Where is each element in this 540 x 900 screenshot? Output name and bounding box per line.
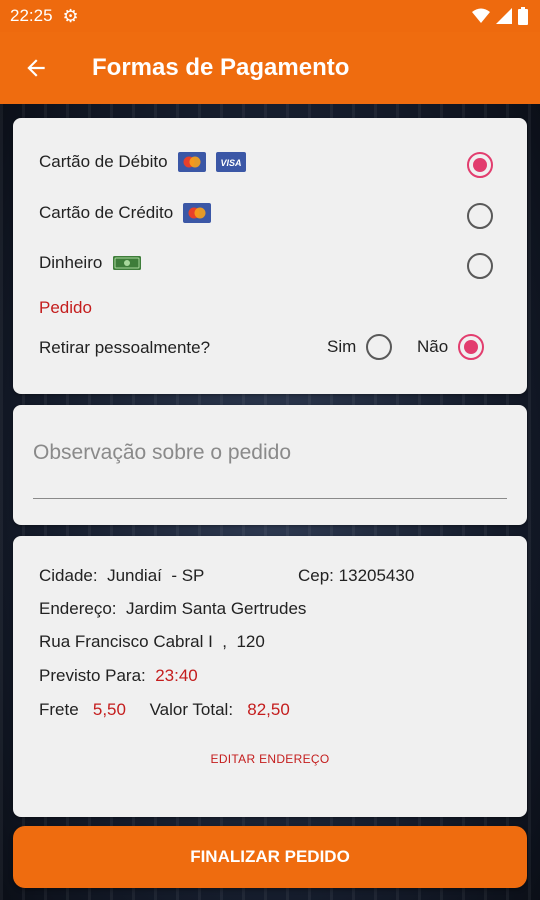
- mastercard-icon: [183, 203, 212, 223]
- forecast-label: Previsto Para:: [39, 666, 146, 685]
- address-row: Endereço: Jardim Santa Gertrudes: [39, 599, 306, 619]
- city-value: Jundiaí - SP: [107, 566, 205, 585]
- address-label: Endereço:: [39, 599, 117, 618]
- observation-card: [13, 405, 527, 525]
- city-label: Cidade:: [39, 566, 98, 585]
- status-bar: 22:25 ⚙: [0, 0, 540, 32]
- street-row: Rua Francisco Cabral I , 120: [39, 632, 265, 651]
- pickup-no-option[interactable]: Não: [417, 334, 485, 360]
- cep-value: 13205430: [338, 566, 415, 585]
- edit-address-button[interactable]: EDITAR ENDEREÇO: [13, 752, 527, 766]
- payment-option-label: Dinheiro: [39, 253, 103, 272]
- battery-icon: [518, 7, 528, 25]
- pickup-yes-option[interactable]: Sim: [327, 334, 393, 360]
- observation-underline: [33, 498, 507, 499]
- debit-radio[interactable]: [467, 152, 493, 178]
- address-value: Jardim Santa Gertrudes: [125, 599, 307, 618]
- mastercard-icon: [177, 152, 206, 172]
- payment-option-label: Cartão de Débito: [39, 152, 168, 171]
- signal-icon: [496, 8, 512, 24]
- total-label: Valor Total:: [149, 700, 234, 719]
- forecast-value: 23:40: [155, 666, 198, 685]
- pickup-yes-label: Sim: [327, 337, 357, 356]
- wifi-icon: [472, 8, 490, 23]
- total-value: 82,50: [247, 700, 290, 719]
- finalize-order-button[interactable]: FINALIZAR PEDIDO: [13, 826, 527, 888]
- settings-gear-icon: ⚙: [62, 5, 79, 26]
- credit-radio[interactable]: [467, 203, 493, 229]
- cep-row: Cep: 13205430: [298, 566, 414, 586]
- back-arrow-icon[interactable]: [0, 32, 72, 104]
- shipping-value: 5,50: [92, 700, 126, 719]
- shipping-label: Frete: [39, 700, 79, 719]
- pickup-no-radio[interactable]: [458, 334, 485, 360]
- status-time: 22:25: [10, 6, 53, 25]
- pickup-yes-radio[interactable]: [366, 334, 393, 360]
- totals-row: Frete 5,50 Valor Total: 82,50: [39, 700, 290, 720]
- city-row: Cidade: Jundiaí - SP: [39, 566, 204, 586]
- pickup-no-label: Não: [417, 337, 449, 356]
- pickup-question: Retirar pessoalmente?: [39, 338, 211, 357]
- visa-icon: VISA: [215, 152, 246, 172]
- payment-methods-card: Cartão de Débito VISA Cartão de Crédito: [13, 118, 527, 394]
- svg-text:VISA: VISA: [220, 158, 241, 168]
- observation-input[interactable]: [33, 433, 507, 473]
- payment-option-label: Cartão de Crédito: [39, 203, 174, 222]
- app-bar: Formas de Pagamento: [0, 32, 540, 104]
- payment-option-cash[interactable]: Dinheiro: [39, 253, 493, 273]
- cash-icon: [112, 253, 142, 273]
- address-card: Cidade: Jundiaí - SP Cep: 13205430 Ender…: [13, 536, 527, 817]
- forecast-row: Previsto Para: 23:40: [39, 666, 198, 686]
- page-title: Formas de Pagamento: [92, 54, 350, 81]
- cash-radio[interactable]: [467, 253, 493, 279]
- order-section-label: Pedido: [39, 298, 92, 317]
- status-icons: [472, 7, 528, 25]
- cep-label: Cep:: [298, 566, 334, 585]
- payment-option-debit[interactable]: Cartão de Débito VISA: [39, 152, 493, 172]
- payment-option-credit[interactable]: Cartão de Crédito: [39, 203, 493, 223]
